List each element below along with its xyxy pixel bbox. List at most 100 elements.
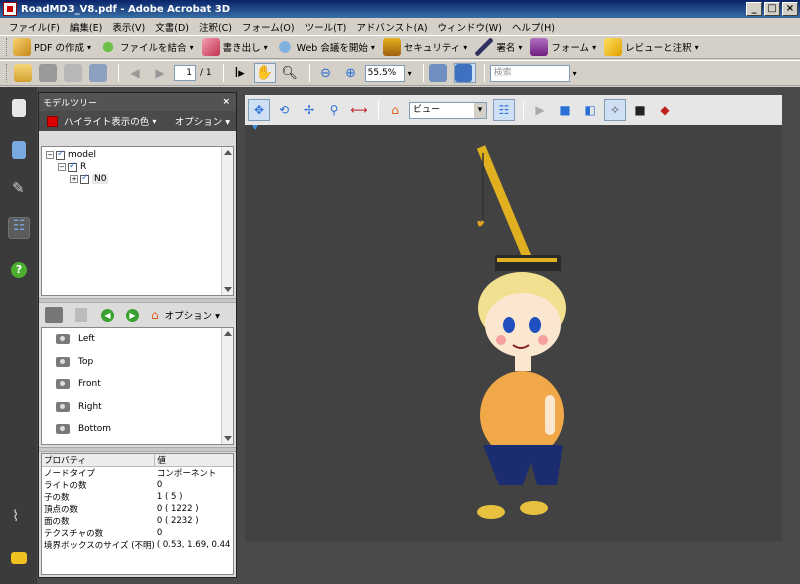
view-item-front[interactable]: Front — [42, 373, 233, 396]
views-scrollbar[interactable] — [221, 328, 233, 444]
view-item-left[interactable]: Left — [42, 328, 233, 351]
spin-tool-button[interactable]: ⟲ — [273, 99, 295, 121]
options-menu[interactable]: オプション ▾ — [175, 114, 230, 128]
view-select[interactable]: ビュー — [409, 101, 487, 119]
home-view-icon[interactable]: ⌂ — [151, 308, 159, 322]
menu-tools[interactable]: ツール(T) — [300, 20, 352, 34]
menu-help[interactable]: ヘルプ(H) — [507, 20, 560, 34]
visibility-checkbox[interactable] — [56, 149, 65, 160]
3d-viewer[interactable]: ✥ ⟲ ✢ ⚲ ⟷ ⌂ ビュー ☷ ▶ ■ ◧ ✧ ■ ◆ — [245, 95, 782, 541]
cross-section-button[interactable]: ◆ — [654, 99, 676, 121]
print-button[interactable] — [38, 63, 60, 83]
pan-icon: ✢ — [303, 103, 315, 117]
toolbar-grip[interactable] — [6, 64, 9, 82]
zoom-dropdown-icon[interactable]: ▾ — [408, 69, 412, 78]
model-tree-toggle-button[interactable]: ☷ — [493, 99, 515, 121]
pan-tool-button[interactable]: ✢ — [298, 99, 320, 121]
combine-files-button[interactable]: ファイルを結合 — [99, 38, 194, 56]
zoom-tool-button[interactable]: 🔍︎ — [279, 63, 301, 83]
views-options-menu[interactable]: オプション ▾ — [165, 308, 220, 322]
search-dropdown-icon[interactable]: ▾ — [573, 69, 577, 78]
pane-splitter[interactable] — [39, 298, 236, 303]
measure-tool-button[interactable]: ⟷ — [348, 99, 370, 121]
lighting-button[interactable]: ✧ — [604, 99, 626, 121]
hand-tool-button[interactable]: ✋ — [253, 63, 276, 83]
save-button[interactable] — [63, 63, 85, 83]
view-item-right[interactable]: Right — [42, 396, 233, 419]
property-column-header[interactable]: プロパティ — [42, 454, 156, 467]
cube-icon: ■ — [559, 103, 571, 117]
next-view-button[interactable]: ▶ — [126, 308, 139, 322]
spin-icon: ⟲ — [278, 103, 290, 117]
menu-forms[interactable]: フォーム(O) — [237, 20, 300, 34]
visibility-checkbox[interactable] — [80, 173, 89, 184]
create-pdf-button[interactable]: PDF の作成 — [13, 38, 91, 56]
play-animation-button[interactable]: ▶ — [529, 99, 551, 121]
tree-node-r[interactable]: − R — [46, 161, 233, 173]
default-view-button[interactable]: ⌂ — [384, 99, 406, 121]
signatures-nav-button[interactable]: ✎ — [8, 179, 30, 201]
fit-width-button[interactable] — [453, 63, 476, 83]
close-window-button[interactable]: × — [782, 2, 798, 16]
delete-view-button[interactable] — [75, 308, 87, 322]
open-button[interactable] — [13, 63, 35, 83]
close-panel-button[interactable]: × — [222, 97, 230, 107]
fit-page-button[interactable] — [429, 63, 451, 83]
zoom-out-button[interactable]: ⊖ — [315, 63, 337, 83]
pane-splitter[interactable] — [39, 447, 236, 452]
review-comment-button[interactable]: レビューと注釈 — [604, 38, 699, 56]
tree-node-n0[interactable]: + N0 — [46, 173, 233, 185]
character-right-eye — [529, 317, 541, 333]
visibility-checkbox[interactable] — [68, 161, 77, 172]
comments-nav-button[interactable] — [8, 547, 30, 569]
page-number-input[interactable]: 1 — [174, 65, 196, 81]
maximize-button[interactable]: □ — [764, 2, 780, 16]
select-tool-button[interactable]: I▸ — [229, 63, 251, 83]
web-meeting-button[interactable]: Web 会議を開始 — [275, 38, 375, 56]
model-tree-panel: モデルツリー × ハイライト表示の色 ▾ オプション ▾ − model − R… — [38, 92, 237, 578]
collapse-toggle[interactable]: − — [46, 151, 54, 159]
menu-view[interactable]: 表示(V) — [107, 20, 150, 34]
menu-document[interactable]: 文書(D) — [150, 20, 194, 34]
menu-window[interactable]: ウィンドウ(W) — [433, 20, 507, 34]
menu-file[interactable]: ファイル(F) — [4, 20, 65, 34]
toolbar-grip[interactable] — [6, 38, 9, 56]
background-color-button[interactable]: ■ — [629, 99, 651, 121]
3d-model-canvas[interactable] — [245, 125, 782, 541]
zoom-3d-tool-button[interactable]: ⚲ — [323, 99, 345, 121]
menu-comments[interactable]: 注釈(C) — [194, 20, 237, 34]
next-page-button[interactable]: ▶ — [149, 63, 171, 83]
search-input[interactable]: 検索 — [489, 64, 570, 82]
expand-toggle[interactable]: + — [70, 175, 78, 183]
menu-edit[interactable]: 編集(E) — [65, 20, 107, 34]
zoom-level-input[interactable]: 55.5% — [364, 64, 405, 82]
previous-view-button[interactable]: ◀ — [101, 308, 114, 322]
previous-page-button[interactable]: ◀ — [124, 63, 146, 83]
zoom-in-button[interactable]: ⊕ — [340, 63, 362, 83]
bookmarks-nav-button[interactable] — [8, 139, 30, 161]
render-mode-button[interactable]: ◧ — [579, 99, 601, 121]
security-button[interactable]: セキュリティ — [382, 38, 467, 56]
highlight-color-menu[interactable]: ハイライト表示の色 — [64, 114, 149, 128]
collapse-toggle[interactable]: − — [58, 163, 66, 171]
scrollbar-strip[interactable] — [782, 87, 800, 584]
attachments-nav-button[interactable]: ⌇ — [8, 507, 30, 529]
view-item-top[interactable]: Top — [42, 351, 233, 374]
tasks-toolbar: PDF の作成 ファイルを結合 書き出し Web 会議を開始 セキュリティ 署名… — [0, 35, 800, 59]
menu-advanced[interactable]: アドバンスト(A) — [351, 20, 432, 34]
email-button[interactable] — [88, 63, 110, 83]
help-nav-button[interactable]: ? — [8, 259, 30, 281]
add-view-button[interactable] — [45, 307, 63, 323]
forms-button[interactable]: フォーム — [530, 38, 596, 56]
sign-button[interactable]: 署名 — [475, 38, 522, 56]
tree-scrollbar[interactable] — [221, 147, 233, 295]
pages-nav-button[interactable] — [8, 97, 30, 119]
model-tree-nav-button[interactable]: ☷ — [8, 217, 30, 239]
value-column-header[interactable]: 値 — [154, 454, 233, 467]
rotate-tool-button[interactable]: ✥ — [248, 99, 270, 121]
minimize-button[interactable]: _ — [746, 2, 762, 16]
tree-node-model[interactable]: − model — [46, 149, 233, 161]
export-button[interactable]: 書き出し — [201, 38, 268, 56]
view-item-bottom[interactable]: Bottom — [42, 418, 233, 441]
projection-button[interactable]: ■ — [554, 99, 576, 121]
